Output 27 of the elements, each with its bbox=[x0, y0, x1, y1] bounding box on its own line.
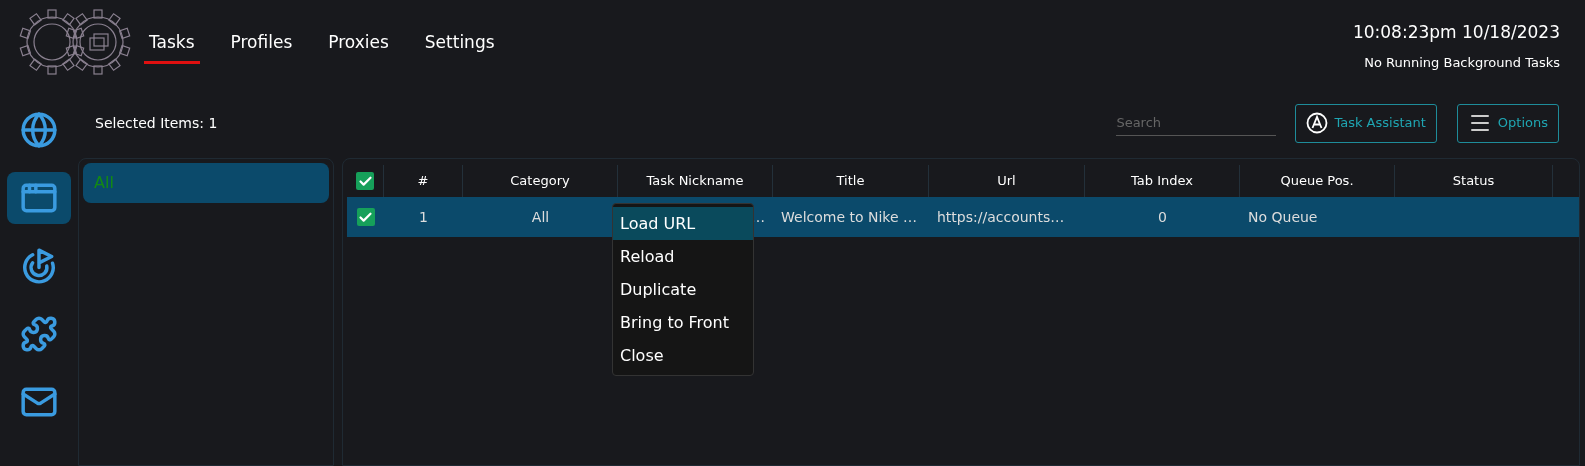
globe-icon bbox=[19, 111, 58, 149]
menu-item[interactable]: Reload bbox=[613, 240, 753, 273]
task-assistant-button[interactable]: Task Assistant bbox=[1295, 103, 1437, 143]
puzzle-icon bbox=[19, 315, 58, 353]
menu-item[interactable]: Bring to Front bbox=[613, 306, 753, 339]
table-cell-text: https://accounts… bbox=[937, 207, 1065, 227]
selected-items-text: Selected Items: 1 bbox=[95, 113, 218, 133]
clock-text: 10:08:23pm 10/18/2023 bbox=[1352, 21, 1560, 44]
circled-a-icon bbox=[1306, 112, 1329, 134]
background-status-text: No Running Background Tasks bbox=[1364, 53, 1560, 72]
menu-item[interactable]: Duplicate bbox=[613, 273, 753, 306]
nav-tab[interactable]: Proxies bbox=[323, 30, 394, 64]
search-field[interactable]: Search bbox=[1116, 109, 1277, 137]
table-cell-text: 1 bbox=[419, 207, 428, 227]
checkbox[interactable] bbox=[356, 208, 375, 226]
menu-item[interactable]: Close bbox=[613, 339, 753, 372]
options-button[interactable]: Options bbox=[1456, 103, 1559, 143]
menu-item[interactable]: Load URL bbox=[613, 207, 753, 240]
sidebar-button[interactable] bbox=[6, 172, 71, 224]
nav-tab[interactable]: Profiles bbox=[225, 30, 298, 64]
table-cell-text: Welcome to Nike … bbox=[781, 207, 918, 227]
table-cell-text: 0 bbox=[1158, 207, 1167, 227]
table-cell-text: All bbox=[531, 207, 550, 227]
checkbox[interactable] bbox=[356, 172, 374, 190]
nav-tab[interactable]: Settings bbox=[419, 30, 500, 64]
table-cell-text: No Queue bbox=[1248, 207, 1318, 227]
nav-tab[interactable]: Tasks bbox=[144, 30, 200, 64]
